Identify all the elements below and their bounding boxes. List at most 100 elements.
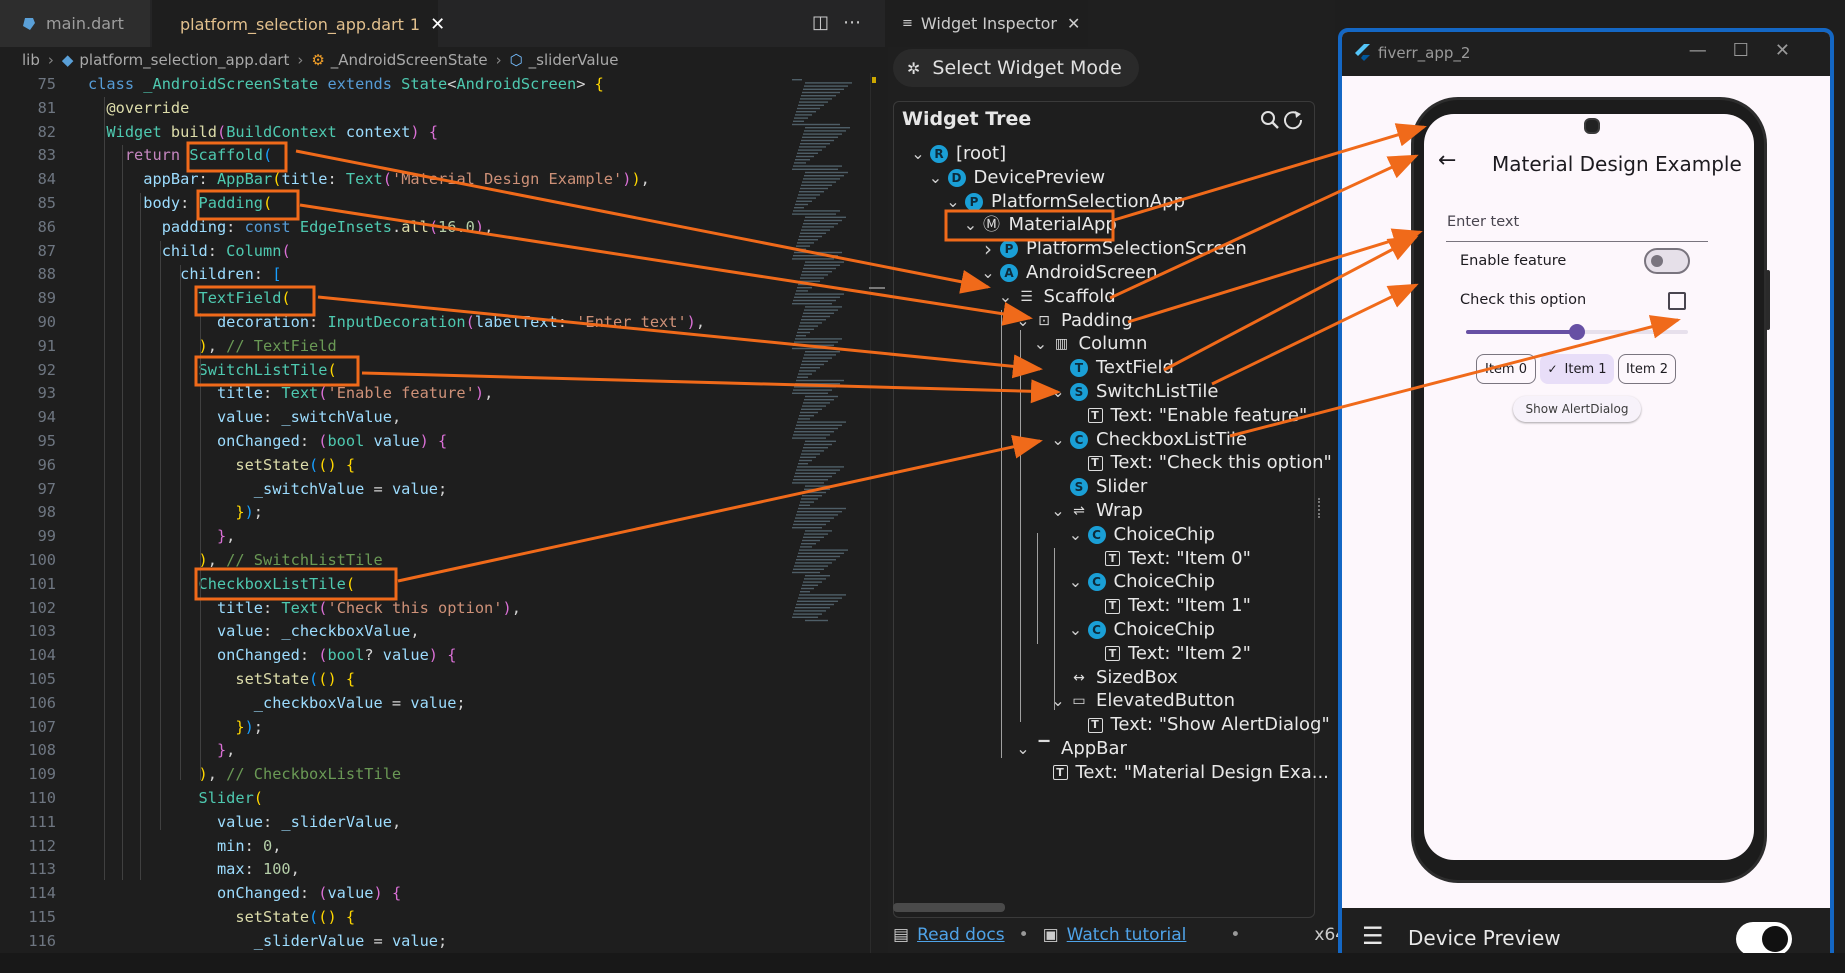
- tree-node[interactable]: ⌄ C CheckboxListTile: [1050, 428, 1247, 452]
- close-icon[interactable]: ✕: [430, 14, 445, 35]
- tree-node[interactable]: T Text: "Item 2": [1085, 642, 1251, 666]
- line-number: 83: [37, 146, 56, 165]
- chevron-down-icon[interactable]: ⌄: [1068, 622, 1084, 638]
- breadcrumb-item[interactable]: _AndroidScreenState: [331, 51, 488, 69]
- code-text: _sliderValue = value;: [253, 931, 448, 950]
- tree-node[interactable]: ⌄ ☰ Scaffold: [998, 285, 1116, 309]
- tree-node[interactable]: ⌄ ▔ AppBar: [1015, 737, 1127, 761]
- breadcrumb-item[interactable]: _sliderValue: [529, 51, 619, 69]
- window-titlebar[interactable]: fiverr_app_2 —☐✕: [1342, 32, 1830, 76]
- tree-node[interactable]: T Text: "Check this option": [1068, 451, 1332, 475]
- tree-node[interactable]: ⌄ P PlatformSelectionApp: [945, 190, 1185, 214]
- tree-node[interactable]: ⌄ C ChoiceChip: [1068, 570, 1215, 594]
- line-number: 101: [28, 574, 56, 593]
- chevron-down-icon[interactable]: ⌄: [910, 146, 926, 162]
- tree-node[interactable]: ⌄ S SwitchListTile: [1050, 380, 1218, 404]
- tree-node[interactable]: ⌄ C ChoiceChip: [1068, 523, 1215, 547]
- breadcrumb-item[interactable]: platform_selection_app.dart: [79, 51, 289, 69]
- close-icon[interactable]: ✕: [1775, 40, 1816, 61]
- tree-node[interactable]: ⌄ A AndroidScreen: [980, 261, 1157, 285]
- tree-node[interactable]: ⌄ ⇌ Wrap: [1050, 499, 1143, 523]
- tree-node[interactable]: T Text: "Item 1": [1085, 594, 1251, 618]
- choice-chip-item-2[interactable]: Item 2: [1618, 354, 1676, 384]
- read-docs-link[interactable]: Read docs: [917, 925, 1005, 945]
- chevron-down-icon[interactable]: ⌄: [1015, 312, 1031, 328]
- show-alert-dialog-button[interactable]: Show AlertDialog: [1513, 396, 1641, 422]
- code-text: value: _sliderValue,: [216, 812, 402, 831]
- tab-platform-selection-app[interactable]: platform_selection_app.dart 1 ✕: [152, 0, 445, 47]
- chevron-right-icon[interactable]: ›: [980, 237, 996, 261]
- tree-node[interactable]: T Text: "Material Design Exa...: [1033, 761, 1329, 785]
- close-icon[interactable]: ✕: [1067, 14, 1080, 33]
- maximize-icon[interactable]: ☐: [1733, 40, 1775, 61]
- watch-tutorial-link[interactable]: Watch tutorial: [1067, 925, 1187, 945]
- slider-thumb[interactable]: [1569, 324, 1585, 340]
- tab-widget-inspector[interactable]: ≡ Widget Inspector ✕: [888, 0, 1088, 47]
- chevron-down-icon[interactable]: ⌄: [1015, 741, 1031, 757]
- chevron-down-icon[interactable]: ⌄: [1050, 431, 1066, 447]
- tree-node[interactable]: ⌄ Ⓜ MaterialApp: [963, 213, 1117, 237]
- chevron-down-icon[interactable]: ⌄: [980, 265, 996, 281]
- minimap-line: [793, 255, 838, 257]
- minimap-preview: [792, 79, 852, 622]
- tree-node[interactable]: ⌄ ▭ ElevatedButton: [1050, 689, 1235, 713]
- more-actions-icon[interactable]: ⋯: [843, 12, 875, 33]
- chevron-down-icon[interactable]: ⌄: [1050, 693, 1066, 709]
- chevron-down-icon[interactable]: ⌄: [1050, 384, 1066, 400]
- tree-node[interactable]: › P PlatformSelectionScreen: [980, 237, 1247, 261]
- settings-sliders-icon[interactable]: ☰: [1362, 922, 1384, 950]
- tree-node[interactable]: T Text: "Show AlertDialog": [1068, 713, 1330, 737]
- tree-node[interactable]: ↔ SizedBox: [1050, 666, 1178, 690]
- tree-node[interactable]: ⌄ ▥ Column: [1033, 332, 1148, 356]
- feature-switch[interactable]: [1644, 248, 1690, 274]
- resize-handle[interactable]: [1318, 498, 1324, 518]
- minimap-line: [793, 613, 822, 615]
- minimap-line: [796, 155, 814, 158]
- refresh-icon[interactable]: [1284, 111, 1303, 130]
- minimize-icon[interactable]: —: [1689, 40, 1733, 61]
- chevron-down-icon[interactable]: ⌄: [1050, 503, 1066, 519]
- tree-node[interactable]: ⌄ C ChoiceChip: [1068, 618, 1215, 642]
- back-arrow-icon[interactable]: ←: [1438, 148, 1456, 173]
- tree-node-label: Text: "Check this option": [1110, 452, 1332, 474]
- tree-horizontal-scrollbar[interactable]: [893, 903, 1005, 912]
- text-field-label[interactable]: Enter text: [1447, 214, 1519, 230]
- minimap[interactable]: [790, 73, 870, 643]
- tree-node[interactable]: T TextField: [1050, 356, 1174, 380]
- tree-node[interactable]: ⌄ ⊡ Padding: [1015, 309, 1132, 333]
- minimap-line: [804, 533, 828, 535]
- tab-main-dart[interactable]: main.dart: [0, 0, 150, 47]
- widget-badge-icon: C: [1087, 525, 1106, 544]
- chevron-down-icon[interactable]: ⌄: [928, 169, 944, 185]
- chevron-down-icon[interactable]: ⌄: [1068, 574, 1084, 590]
- chevron-down-icon[interactable]: ⌄: [963, 217, 979, 233]
- tree-node[interactable]: S Slider: [1050, 475, 1147, 499]
- code-text: SwitchListTile(: [198, 360, 337, 379]
- breadcrumb-item[interactable]: lib: [22, 51, 40, 69]
- code-editor[interactable]: main.dart platform_selection_app.dart 1 …: [0, 0, 885, 973]
- split-editor-icon[interactable]: ◫: [812, 12, 843, 33]
- tree-node[interactable]: ⌄ D DevicePreview: [928, 166, 1105, 190]
- chevron-down-icon[interactable]: ⌄: [1033, 336, 1049, 352]
- tree-node[interactable]: T Text: "Enable feature": [1068, 404, 1307, 428]
- choice-chip-item-1[interactable]: ✓ Item 1: [1540, 354, 1614, 384]
- editor-scrollbar[interactable]: [869, 73, 885, 953]
- phone-screen[interactable]: ← Material Design Example Enter text Ena…: [1424, 114, 1754, 860]
- minimap-line: [794, 296, 840, 298]
- chevron-down-icon[interactable]: ⌄: [1068, 526, 1084, 542]
- search-icon[interactable]: [1261, 111, 1279, 129]
- chevron-down-icon[interactable]: ⌄: [945, 193, 961, 209]
- slider[interactable]: [1466, 322, 1688, 342]
- option-checkbox[interactable]: [1668, 292, 1686, 310]
- minimap-line: [796, 379, 844, 382]
- minimap-line: [794, 162, 806, 164]
- code-text: onChanged: (bool value) {: [216, 432, 448, 450]
- select-widget-mode-button[interactable]: ✲ Select Widget Mode: [893, 49, 1139, 87]
- chevron-down-icon[interactable]: ⌄: [998, 288, 1014, 304]
- tree-node[interactable]: ⌄ R [root]: [910, 142, 1006, 166]
- tab-label: Widget Inspector: [920, 14, 1057, 33]
- minimap-line: [802, 450, 824, 452]
- tree-node[interactable]: T Text: "Item 0": [1085, 547, 1251, 571]
- choice-chip-item-0[interactable]: Item 0: [1476, 354, 1536, 384]
- device-preview-toggle[interactable]: [1736, 922, 1792, 956]
